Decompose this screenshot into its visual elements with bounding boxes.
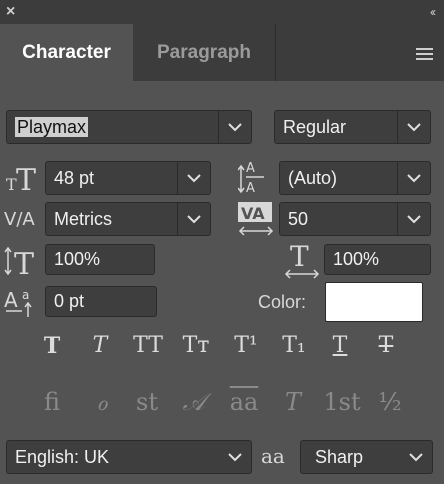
vertical-scale-value: 100% xyxy=(54,249,101,269)
leading-field[interactable]: (Auto) xyxy=(279,161,431,195)
alternate-ligatures-button[interactable]: ℴ xyxy=(82,388,122,416)
font-family-select[interactable]: Playmax xyxy=(6,110,252,144)
chevron-down-icon[interactable] xyxy=(177,203,210,235)
svg-text:T: T xyxy=(290,240,309,273)
tab-character[interactable]: Character xyxy=(0,24,133,81)
antialias-value: Sharp xyxy=(315,447,364,467)
collapse-icon[interactable]: ‹‹ xyxy=(430,0,436,24)
faux-bold-button[interactable]: T xyxy=(34,333,70,359)
leading-value: (Auto) xyxy=(288,168,338,188)
tab-paragraph[interactable]: Paragraph xyxy=(133,24,276,81)
font-family-value: Playmax xyxy=(15,117,89,137)
svg-text:T: T xyxy=(14,247,34,278)
font-style-select[interactable]: Regular xyxy=(274,110,431,144)
titling-alternates-button[interactable]: T xyxy=(273,388,313,416)
color-swatch[interactable] xyxy=(325,282,423,322)
chevron-down-icon[interactable] xyxy=(397,203,430,235)
chevron-down-icon[interactable] xyxy=(177,162,210,194)
font-size-field[interactable]: 48 pt xyxy=(45,161,211,195)
font-size-icon: TT xyxy=(6,160,40,199)
stylistic-alternates-button[interactable]: aa xyxy=(222,388,266,416)
fractions-button[interactable]: ½ xyxy=(370,388,410,416)
baseline-shift-icon: Aa xyxy=(4,285,44,324)
faux-italic-button[interactable]: T xyxy=(82,333,118,358)
svg-text:VA: VA xyxy=(241,204,265,223)
small-caps-button[interactable]: Tт xyxy=(176,333,216,358)
antialias-icon: aa xyxy=(261,444,285,468)
svg-text:T: T xyxy=(16,163,36,194)
svg-text:A: A xyxy=(246,181,255,196)
horizontal-scale-icon: T xyxy=(284,240,322,285)
swash-button[interactable]: 𝒜 xyxy=(174,388,214,416)
all-caps-button[interactable]: TT xyxy=(128,333,168,358)
close-icon[interactable]: × xyxy=(6,0,15,24)
chevron-down-icon[interactable] xyxy=(400,441,432,473)
chevron-down-icon[interactable] xyxy=(219,441,251,473)
horizontal-scale-value: 100% xyxy=(333,249,380,269)
baseline-shift-field[interactable]: 0 pt xyxy=(45,286,157,317)
color-label: Color: xyxy=(258,292,307,312)
language-select[interactable]: English: UK xyxy=(6,440,252,474)
font-style-value: Regular xyxy=(283,117,347,137)
tracking-icon: VA xyxy=(238,200,276,243)
svg-text:A: A xyxy=(246,161,255,176)
tab-bar: Character Paragraph xyxy=(0,24,444,81)
svg-text:A: A xyxy=(4,288,18,312)
tracking-field[interactable]: 50 xyxy=(279,202,431,236)
subscript-button[interactable]: T₁ xyxy=(276,333,312,358)
superscript-button[interactable]: T¹ xyxy=(228,333,264,358)
ligatures-button[interactable]: fi xyxy=(32,388,72,416)
baseline-shift-value: 0 pt xyxy=(54,291,85,311)
hamburger-icon[interactable] xyxy=(416,48,433,63)
kerning-value: Metrics xyxy=(54,209,112,229)
vertical-scale-icon: T xyxy=(4,244,42,283)
chevron-down-icon[interactable] xyxy=(397,162,430,194)
kerning-icon: V/A xyxy=(4,203,44,238)
language-value: English: UK xyxy=(15,447,110,467)
font-size-value: 48 pt xyxy=(54,168,95,188)
vertical-scale-field[interactable]: 100% xyxy=(45,244,155,275)
svg-text:V/A: V/A xyxy=(4,209,35,230)
leading-icon: AA xyxy=(237,158,274,201)
discretionary-ligatures-button[interactable]: st xyxy=(127,388,167,416)
underline-button[interactable]: T xyxy=(322,333,358,358)
panel-titlebar: × ‹‹ xyxy=(0,0,444,24)
kerning-field[interactable]: Metrics xyxy=(45,202,211,236)
tracking-value: 50 xyxy=(288,209,309,229)
chevron-down-icon[interactable] xyxy=(397,111,430,143)
chevron-down-icon[interactable] xyxy=(218,111,251,143)
antialias-select[interactable]: Sharp xyxy=(300,440,433,474)
ordinals-button[interactable]: 1st xyxy=(320,388,364,416)
svg-text:a: a xyxy=(22,288,29,302)
strikethrough-button[interactable]: T xyxy=(368,333,404,358)
horizontal-scale-field[interactable]: 100% xyxy=(324,244,431,275)
